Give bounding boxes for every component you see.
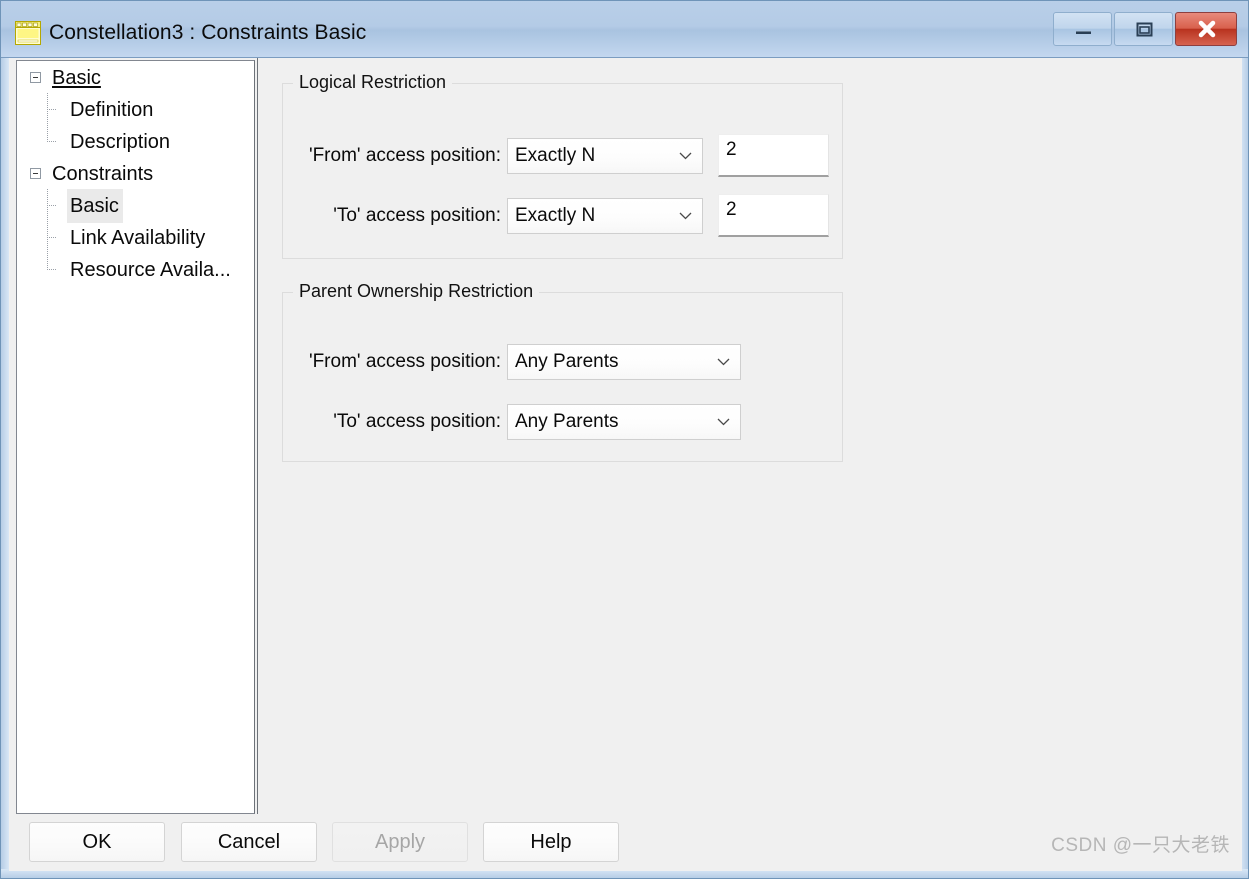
tree-item-label: Constraints [52, 163, 154, 185]
tree-item-label: Basic [67, 189, 123, 223]
group-title: Parent Ownership Restriction [293, 281, 540, 302]
group-logical-restriction: Logical Restriction 'From' access positi… [282, 72, 843, 259]
tree-item-link-availability[interactable]: Link Availability [17, 221, 254, 253]
minimize-button[interactable] [1053, 12, 1112, 46]
input-from-access-count[interactable]: 2 [718, 134, 829, 177]
tree-connector [47, 221, 62, 253]
title-bar: Constellation3 : Constraints Basic [1, 1, 1248, 58]
combo-value: Exactly N [515, 205, 596, 226]
collapse-expander-icon[interactable] [30, 168, 41, 179]
maximize-button[interactable] [1114, 12, 1173, 46]
close-button[interactable] [1175, 12, 1237, 46]
tree-item-label: Link Availability [70, 227, 206, 249]
chevron-down-icon [717, 358, 730, 366]
close-icon [1198, 20, 1216, 38]
combo-value: Any Parents [515, 351, 619, 372]
collapse-expander-icon[interactable] [30, 72, 41, 83]
combo-from-access-position-logical[interactable]: Exactly N [507, 138, 703, 174]
tree-item-basic-root[interactable]: Basic [17, 61, 254, 93]
input-to-access-count[interactable]: 2 [718, 194, 829, 237]
cancel-button[interactable]: Cancel [181, 822, 317, 862]
tree-item-label: Description [70, 131, 171, 153]
chevron-down-icon [679, 212, 692, 220]
tree-item-label: Resource Availa... [70, 259, 231, 281]
window-title: Constellation3 : Constraints Basic [49, 21, 367, 44]
combo-value: Exactly N [515, 145, 596, 166]
label-to-access-position-parent: 'To' access position: [333, 411, 501, 432]
tree-item-description[interactable]: Description [17, 125, 254, 157]
label-from-access-position-logical: 'From' access position: [308, 145, 501, 166]
group-parent-ownership-restriction: Parent Ownership Restriction 'From' acce… [282, 281, 843, 462]
dialog-window-icon [15, 21, 41, 45]
input-value: 2 [726, 199, 737, 220]
minimize-icon [1076, 31, 1091, 34]
window-frame-left [1, 1, 9, 878]
ok-button[interactable]: OK [29, 822, 165, 862]
tree-item-label: Definition [70, 99, 154, 121]
tree-connector [47, 253, 62, 285]
watermark-text: CSDN @一只大老铁 [1051, 835, 1230, 856]
combo-to-access-position-parent[interactable]: Any Parents [507, 404, 741, 440]
navigation-tree[interactable]: Basic Definition Description Constraints… [16, 60, 255, 814]
input-value: 2 [726, 139, 737, 160]
tree-connector [47, 125, 62, 157]
dialog-window: Constellation3 : Constraints Basic Basic… [0, 0, 1249, 879]
apply-button[interactable]: Apply [332, 822, 468, 862]
tree-item-definition[interactable]: Definition [17, 93, 254, 125]
help-button[interactable]: Help [483, 822, 619, 862]
settings-pane: Logical Restriction 'From' access positi… [257, 58, 1242, 814]
combo-to-access-position-logical[interactable]: Exactly N [507, 198, 703, 234]
combo-value: Any Parents [515, 411, 619, 432]
client-area: Basic Definition Description Constraints… [9, 58, 1242, 871]
tree-connector [47, 93, 62, 125]
maximize-icon [1136, 22, 1153, 37]
label-to-access-position-logical: 'To' access position: [333, 205, 501, 226]
tree-item-constraints-root[interactable]: Constraints [17, 157, 254, 189]
chevron-down-icon [717, 418, 730, 426]
chevron-down-icon [679, 152, 692, 160]
tree-item-constraints-basic[interactable]: Basic [17, 189, 254, 223]
combo-from-access-position-parent[interactable]: Any Parents [507, 344, 741, 380]
label-from-access-position-parent: 'From' access position: [308, 351, 501, 372]
group-title: Logical Restriction [293, 72, 453, 93]
tree-connector [47, 189, 62, 221]
tree-item-resource-availability[interactable]: Resource Availa... [17, 253, 254, 285]
dialog-button-bar: OK Cancel Apply Help CSDN @一只大老铁 [9, 814, 1242, 871]
tree-item-label: Basic [52, 67, 101, 89]
